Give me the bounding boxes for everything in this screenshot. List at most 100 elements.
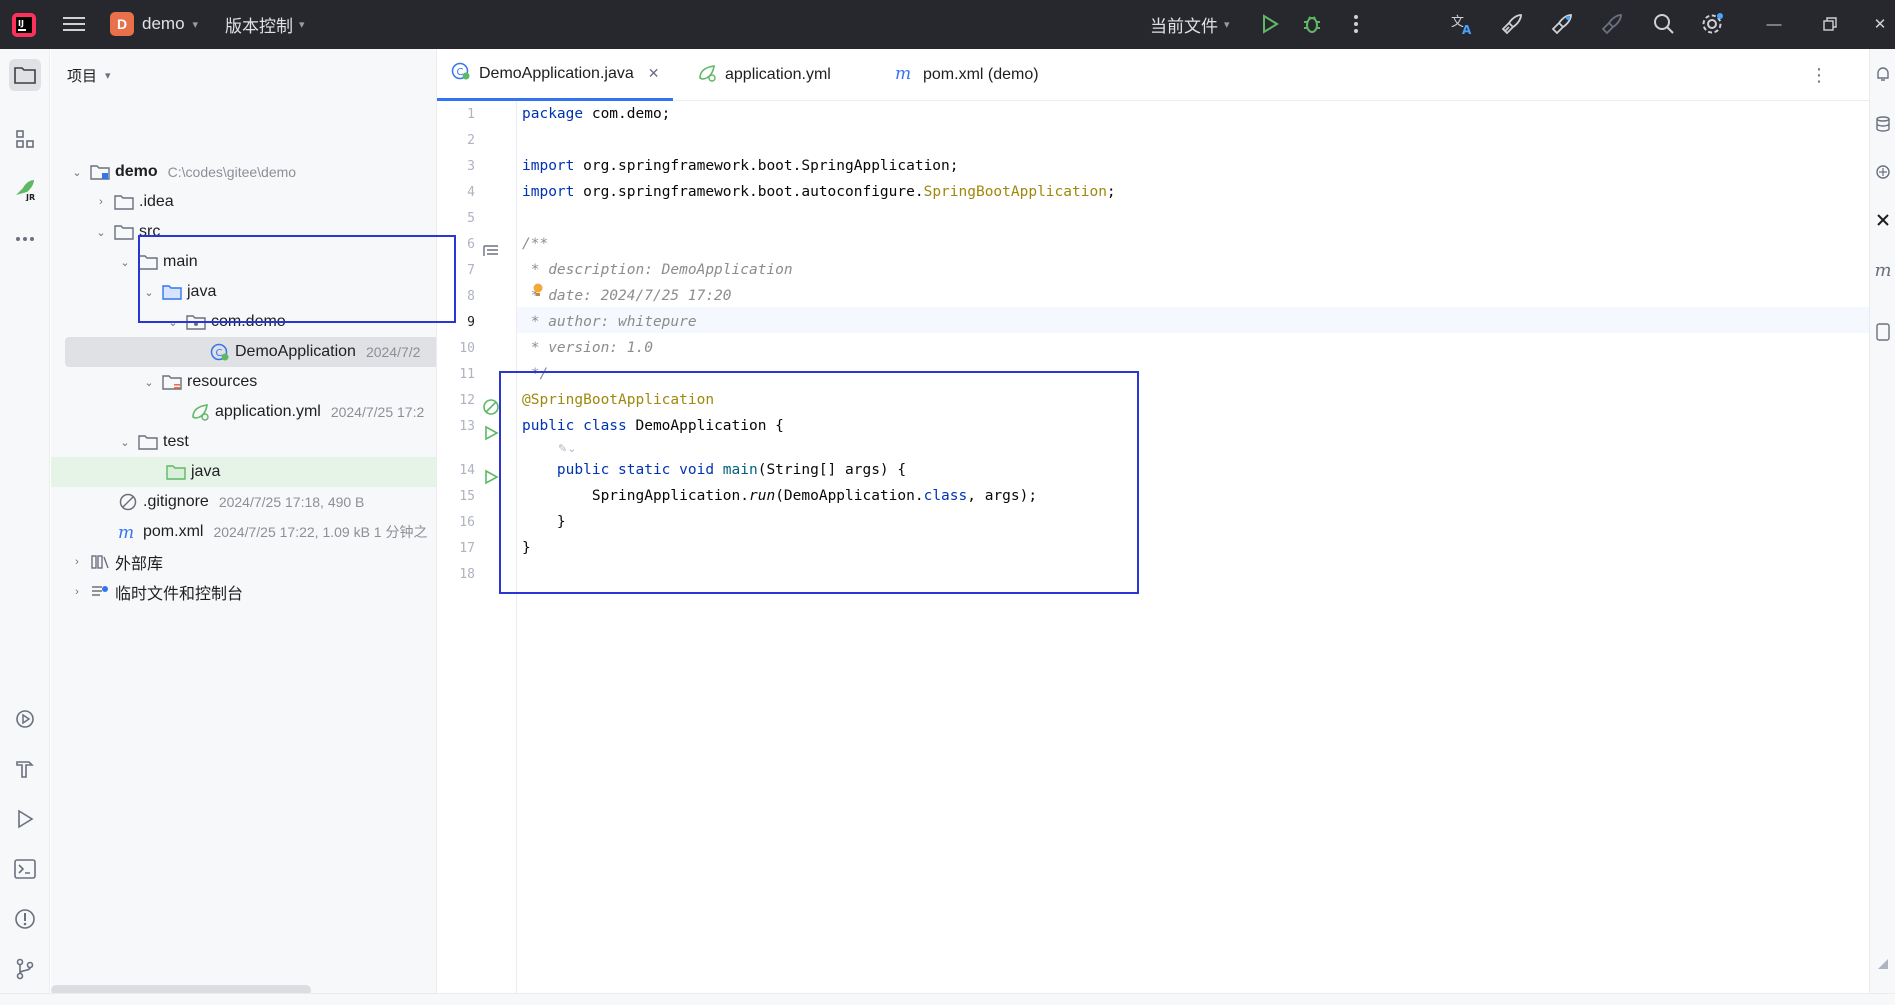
- run-gutter-icon[interactable]: [481, 423, 501, 443]
- tree-item-meta: 2024/7/25 17:18, 490 B: [218, 494, 365, 510]
- tree-item-resources[interactable]: ⌄ resources: [51, 367, 436, 397]
- code-line-1: package com.demo;: [522, 106, 671, 122]
- maven-icon: m: [117, 522, 139, 542]
- intention-bulb-icon[interactable]: [532, 283, 544, 297]
- spring-class-icon: C: [209, 342, 231, 362]
- structure-icon[interactable]: [9, 123, 41, 155]
- line-number: 14: [459, 463, 475, 478]
- chevron-right-icon[interactable]: ›: [69, 554, 85, 570]
- tree-item-demoapplication[interactable]: C DemoApplication 2024/7/2: [65, 337, 436, 367]
- ide-window: IJ D demo ▾ 版本控制 ▾ 当前文件 ▾ 文A — ✕ JR 项目 ▾…: [0, 0, 1895, 1005]
- status-bar: [0, 993, 1895, 1005]
- editor-tabs: C DemoApplication.java ✕ application.yml…: [437, 49, 1869, 101]
- chevron-down-icon[interactable]: ⌄: [141, 374, 157, 390]
- tree-item-idea[interactable]: › .idea: [51, 187, 436, 217]
- line-number: 1: [467, 107, 475, 122]
- tree-item-external-libraries[interactable]: › 外部库: [51, 547, 436, 577]
- tree-item-label: DemoApplication: [235, 343, 356, 360]
- chevron-right-icon[interactable]: ›: [93, 194, 109, 210]
- folder-icon: [113, 192, 135, 212]
- svg-text:m: m: [118, 524, 134, 540]
- rocket-icon[interactable]: [1498, 10, 1526, 38]
- run-config-selector[interactable]: 当前文件 ▾: [1150, 10, 1230, 38]
- tab-label: DemoApplication.java: [479, 64, 634, 82]
- run-icon[interactable]: [1256, 10, 1284, 38]
- title-bar: IJ D demo ▾ 版本控制 ▾ 当前文件 ▾ 文A — ✕: [0, 0, 1895, 49]
- vcs-menu[interactable]: 版本控制 ▾: [225, 10, 305, 38]
- tree-item-pom-xml[interactable]: m pom.xml 2024/7/25 17:22, 1.09 kB 1 分钟之: [51, 517, 436, 547]
- debug-icon[interactable]: [1298, 10, 1326, 38]
- chevron-right-icon[interactable]: ›: [69, 584, 85, 600]
- run-tool-icon[interactable]: [9, 803, 41, 835]
- more-actions-icon[interactable]: [1342, 10, 1370, 38]
- git-branch-icon[interactable]: [9, 953, 41, 985]
- left-tool-strip: JR: [0, 49, 50, 1005]
- tree-item-scratches[interactable]: › 临时文件和控制台: [51, 577, 436, 607]
- tree-item-label: 外部库: [115, 556, 164, 573]
- tab-pom-xml[interactable]: m pom.xml (demo): [881, 49, 1053, 101]
- maven-tool-icon[interactable]: m: [1872, 259, 1894, 281]
- minimize-button[interactable]: —: [1762, 12, 1786, 36]
- chevron-down-icon[interactable]: ⌄: [117, 434, 133, 450]
- gradle-icon[interactable]: [1872, 321, 1894, 343]
- close-window-button[interactable]: ✕: [1868, 12, 1892, 36]
- chevron-down-icon[interactable]: ⌄: [93, 224, 109, 240]
- tree-item-meta: 2024/7/25 17:2: [330, 404, 425, 420]
- tabs-more-icon[interactable]: ⋮: [1809, 63, 1829, 87]
- spring-bean-icon[interactable]: [481, 397, 501, 417]
- code-line-6: /**: [522, 236, 549, 252]
- project-tool-folder-icon[interactable]: [9, 59, 41, 91]
- tree-item-java-test[interactable]: java: [51, 457, 436, 487]
- search-icon[interactable]: [1650, 10, 1678, 38]
- problems-icon[interactable]: [9, 903, 41, 935]
- more-tools-icon[interactable]: [9, 223, 41, 255]
- chevron-down-icon: ▾: [192, 18, 199, 31]
- scratches-icon: [89, 582, 111, 602]
- tab-demoapplication-java[interactable]: C DemoApplication.java ✕: [437, 49, 674, 101]
- restore-button[interactable]: [1818, 12, 1842, 36]
- tool-window-icon[interactable]: [1872, 209, 1894, 231]
- code-line-4: import org.springframework.boot.autoconf…: [522, 184, 1116, 200]
- svg-text:IJ: IJ: [18, 19, 24, 28]
- code-line-10: * version: 1.0: [522, 340, 653, 356]
- chevron-down-icon[interactable]: ⌄: [117, 254, 133, 270]
- database-icon[interactable]: [1872, 113, 1894, 135]
- tree-item-label: .idea: [139, 193, 174, 210]
- intellij-logo-icon[interactable]: IJ: [10, 11, 38, 39]
- chevron-down-icon: ▾: [105, 70, 111, 82]
- test-source-folder-icon: [165, 462, 187, 482]
- ai-assistant-icon[interactable]: [1872, 953, 1894, 975]
- build-hammer-icon[interactable]: [9, 753, 41, 785]
- terminal-icon[interactable]: [9, 853, 41, 885]
- notifications-bell-icon[interactable]: [1872, 63, 1894, 85]
- line-number: 11: [459, 367, 475, 382]
- tree-item-label: demo: [115, 163, 158, 180]
- project-switcher[interactable]: D demo ▾: [110, 10, 198, 38]
- main-menu-icon[interactable]: [62, 14, 86, 34]
- run-main-gutter-icon[interactable]: [481, 467, 501, 487]
- doc-render-icon[interactable]: [481, 241, 501, 261]
- project-name: demo: [142, 14, 185, 33]
- project-panel-header[interactable]: 项目 ▾: [67, 65, 111, 86]
- current-line-highlight: [517, 307, 1869, 333]
- rocket-alt-icon[interactable]: [1548, 10, 1576, 38]
- library-icon: [89, 552, 111, 572]
- chevron-down-icon[interactable]: ⌄: [69, 164, 85, 180]
- services-icon[interactable]: [9, 703, 41, 735]
- tree-item-demo[interactable]: ⌄ demo C:\codes\gitee\demo: [51, 157, 436, 187]
- svg-text:m: m: [895, 65, 911, 81]
- translate-icon[interactable]: 文A: [1449, 10, 1477, 38]
- tree-item-test[interactable]: ⌄ test: [51, 427, 436, 457]
- settings-gear-icon[interactable]: [1698, 10, 1726, 38]
- jrebel-icon[interactable]: JR: [9, 173, 41, 205]
- line-number: 13: [459, 419, 475, 434]
- spring-yml-icon: [697, 64, 717, 87]
- spring-yml-icon: [189, 402, 211, 422]
- tree-item-gitignore[interactable]: .gitignore 2024/7/25 17:18, 490 B: [51, 487, 436, 517]
- plugin-icon[interactable]: [1872, 161, 1894, 183]
- line-number: 16: [459, 515, 475, 530]
- close-tab-icon[interactable]: ✕: [648, 65, 660, 82]
- tree-item-meta: 2024/7/25 17:22, 1.09 kB 1 分钟之: [213, 524, 428, 540]
- tab-application-yml[interactable]: application.yml: [683, 49, 845, 101]
- tree-item-application-yml[interactable]: application.yml 2024/7/25 17:2: [51, 397, 436, 427]
